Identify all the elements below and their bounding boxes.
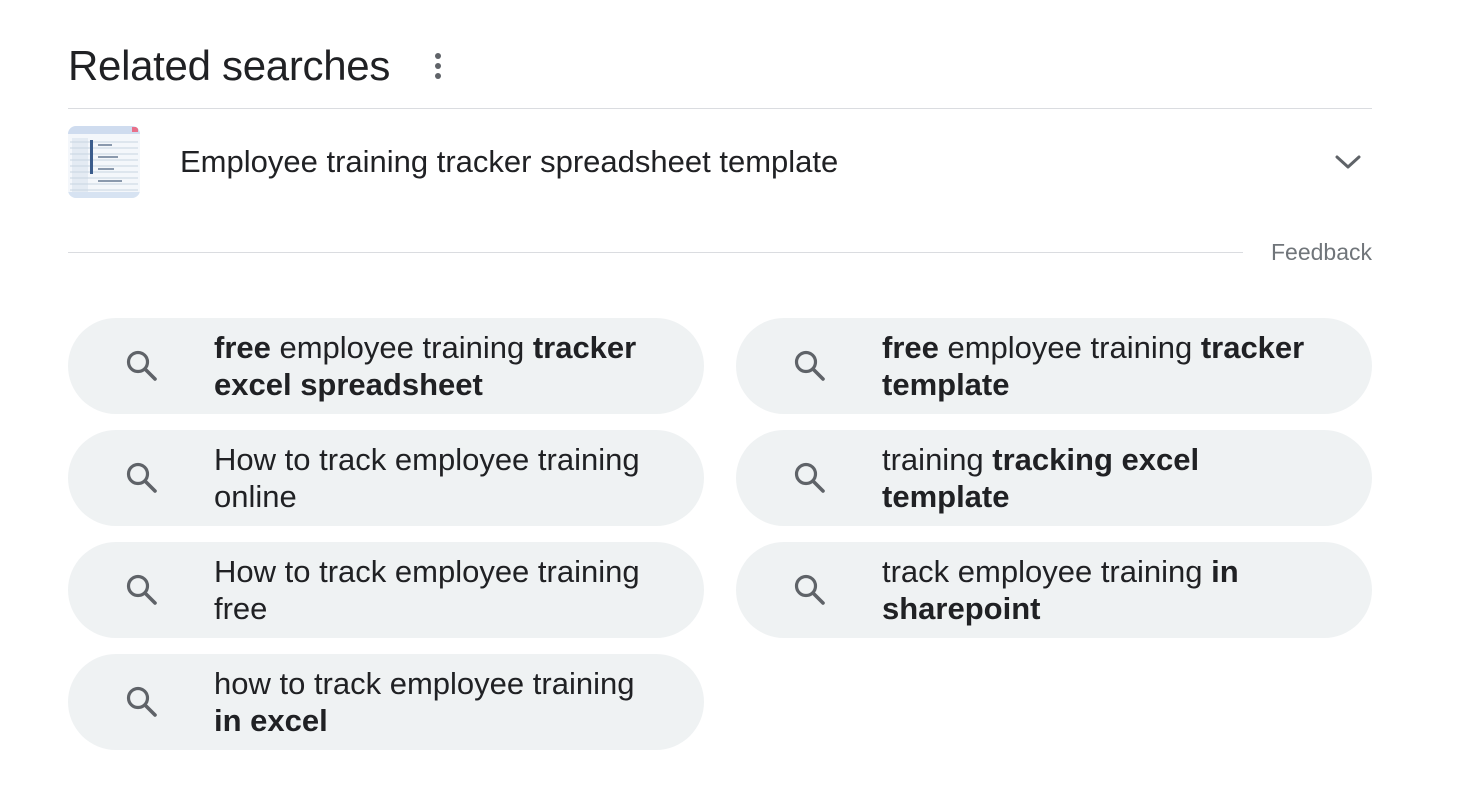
divider bbox=[68, 108, 1372, 109]
related-search-chip[interactable]: free employee training tracker excel spr… bbox=[68, 318, 704, 414]
chip-text: how to track employee training in excel bbox=[214, 665, 664, 739]
section-title: Related searches bbox=[68, 42, 391, 89]
search-icon bbox=[794, 574, 825, 605]
search-icon bbox=[794, 462, 825, 493]
chip-text-regular: track employee training bbox=[882, 554, 1212, 589]
feedback-link[interactable]: Feedback bbox=[1271, 239, 1372, 266]
expand-toggle[interactable] bbox=[1328, 142, 1368, 182]
chip-text-regular: employee training bbox=[270, 330, 533, 365]
chip-text-regular: How to track employee training free bbox=[214, 554, 640, 626]
spreadsheet-thumbnail bbox=[68, 126, 140, 198]
related-search-chip[interactable]: how to track employee training in excel bbox=[68, 654, 704, 750]
section-header: Related searches bbox=[68, 36, 452, 96]
search-icon bbox=[126, 686, 157, 717]
expandable-related-item[interactable]: Employee training tracker spreadsheet te… bbox=[68, 126, 1372, 198]
search-icon bbox=[126, 462, 157, 493]
chip-text: training tracking excel template bbox=[882, 441, 1332, 515]
chip-text: free employee training tracker excel spr… bbox=[214, 329, 664, 403]
chip-text: free employee training tracker template bbox=[882, 329, 1332, 403]
related-search-chip[interactable]: track employee training in sharepoint bbox=[736, 542, 1372, 638]
related-search-chip[interactable]: free employee training tracker template bbox=[736, 318, 1372, 414]
more-options-button[interactable] bbox=[424, 46, 452, 86]
search-icon bbox=[794, 350, 825, 381]
chip-text-bold: in excel bbox=[214, 703, 328, 738]
chip-text-regular: training bbox=[882, 442, 993, 477]
search-icon bbox=[126, 350, 157, 381]
chip-text-bold: free bbox=[882, 330, 939, 365]
chip-text: track employee training in sharepoint bbox=[882, 553, 1332, 627]
chip-text-regular: how to track employee training bbox=[214, 666, 635, 701]
expandable-item-label: Employee training tracker spreadsheet te… bbox=[180, 144, 839, 179]
related-search-chip[interactable]: How to track employee training free bbox=[68, 542, 704, 638]
related-search-chip[interactable]: How to track employee training online bbox=[68, 430, 704, 526]
chip-text: How to track employee training free bbox=[214, 553, 664, 627]
more-vert-icon bbox=[435, 53, 442, 79]
chip-text-regular: How to track employee training online bbox=[214, 442, 640, 514]
chip-text-bold: free bbox=[214, 330, 271, 365]
feedback-row: Feedback bbox=[68, 236, 1372, 268]
chip-text-regular: employee training bbox=[938, 330, 1201, 365]
search-icon bbox=[126, 574, 157, 605]
chip-text: How to track employee training online bbox=[214, 441, 664, 515]
related-search-chip[interactable]: training tracking excel template bbox=[736, 430, 1372, 526]
chevron-down-icon bbox=[1335, 155, 1361, 169]
divider bbox=[68, 251, 1243, 253]
